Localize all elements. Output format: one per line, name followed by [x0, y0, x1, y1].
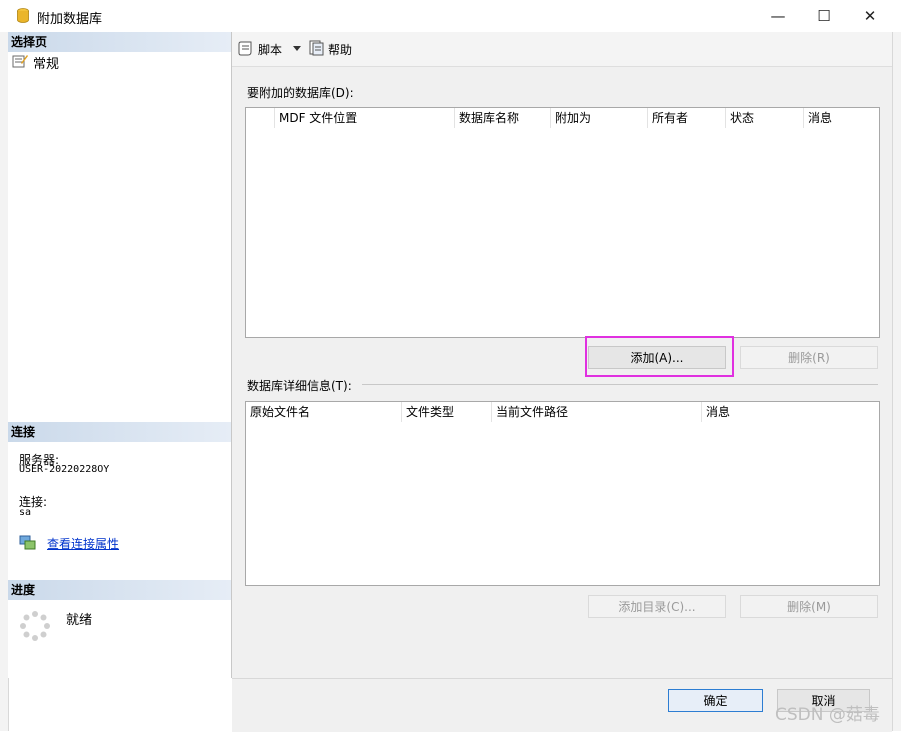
maximize-icon: ☐	[817, 7, 831, 25]
script-icon	[238, 41, 252, 56]
minimize-button[interactable]: —	[755, 0, 801, 32]
maximize-button[interactable]: ☐	[801, 0, 847, 32]
column-header[interactable]: MDF 文件位置	[275, 108, 455, 128]
view-connection-properties-link[interactable]: 查看连接属性	[47, 535, 119, 552]
add-catalog-button[interactable]: 添加目录(C)...	[588, 595, 726, 618]
server-value: USER-20220228OY	[19, 464, 110, 475]
toolbar: 脚本 帮助	[232, 32, 892, 67]
title-bar: 附加数据库 — ☐ ✕	[0, 0, 901, 32]
column-header[interactable]: 数据库名称	[455, 108, 551, 128]
column-header[interactable]: 消息	[702, 402, 879, 422]
help-icon	[309, 40, 324, 56]
select-page-header: 选择页	[8, 32, 231, 52]
ok-button[interactable]: 确定	[668, 689, 763, 712]
close-icon: ✕	[863, 7, 877, 25]
window-title: 附加数据库	[37, 12, 103, 27]
database-icon	[17, 8, 29, 23]
column-header[interactable]: 当前文件路径	[492, 402, 702, 422]
connection-properties-icon	[19, 535, 36, 550]
add-database-button[interactable]: 添加(A)...	[588, 346, 726, 369]
remove-database-button[interactable]: 删除(R)	[740, 346, 878, 369]
attach-databases-label: 要附加的数据库(D):	[247, 86, 354, 100]
column-header[interactable]: 消息	[804, 108, 879, 128]
page-item-general[interactable]: 常规	[12, 52, 92, 72]
row-selector-header	[246, 108, 275, 128]
column-header[interactable]: 文件类型	[402, 402, 492, 422]
progress-spinner-icon	[20, 611, 50, 641]
database-details-grid[interactable]: 原始文件名 文件类型 当前文件路径 消息	[245, 401, 880, 586]
connection-header: 连接	[8, 422, 231, 442]
column-header[interactable]: 所有者	[648, 108, 726, 128]
page-item-label: 常规	[33, 57, 60, 72]
progress-status: 就绪	[66, 613, 93, 628]
minimize-icon: —	[770, 7, 786, 25]
help-button[interactable]: 帮助	[308, 39, 358, 59]
progress-header: 进度	[8, 580, 231, 600]
script-dropdown-icon[interactable]	[293, 46, 301, 51]
help-label: 帮助	[328, 43, 353, 57]
connection-value: sa	[19, 507, 32, 518]
column-header[interactable]: 状态	[726, 108, 804, 128]
general-page-icon	[12, 55, 28, 68]
remove-detail-button[interactable]: 删除(M)	[740, 595, 878, 618]
divider	[362, 384, 878, 385]
attach-databases-grid[interactable]: MDF 文件位置 数据库名称 附加为 所有者 状态 消息	[245, 107, 880, 338]
background-window-edge-right	[892, 32, 901, 731]
database-details-label: 数据库详细信息(T):	[247, 379, 352, 393]
close-button[interactable]: ✕	[847, 0, 893, 32]
script-label: 脚本	[258, 43, 283, 57]
column-header[interactable]: 附加为	[551, 108, 648, 128]
watermark: CSDN @菇毒	[775, 705, 880, 725]
column-header[interactable]: 原始文件名	[246, 402, 402, 422]
